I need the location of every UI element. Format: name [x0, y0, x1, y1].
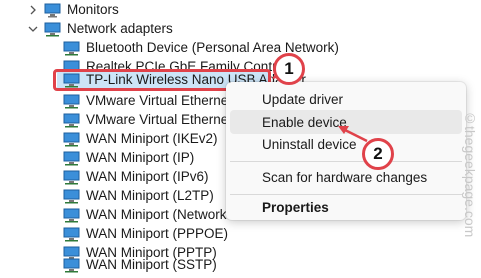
annotation-arrows	[272, 72, 368, 143]
step-badge-1: 1	[273, 53, 305, 85]
step-number: 1	[284, 59, 294, 78]
watermark: ©thegeekpage.com	[462, 110, 478, 238]
step-badge-2: 2	[362, 138, 394, 170]
step-number: 2	[373, 144, 383, 163]
